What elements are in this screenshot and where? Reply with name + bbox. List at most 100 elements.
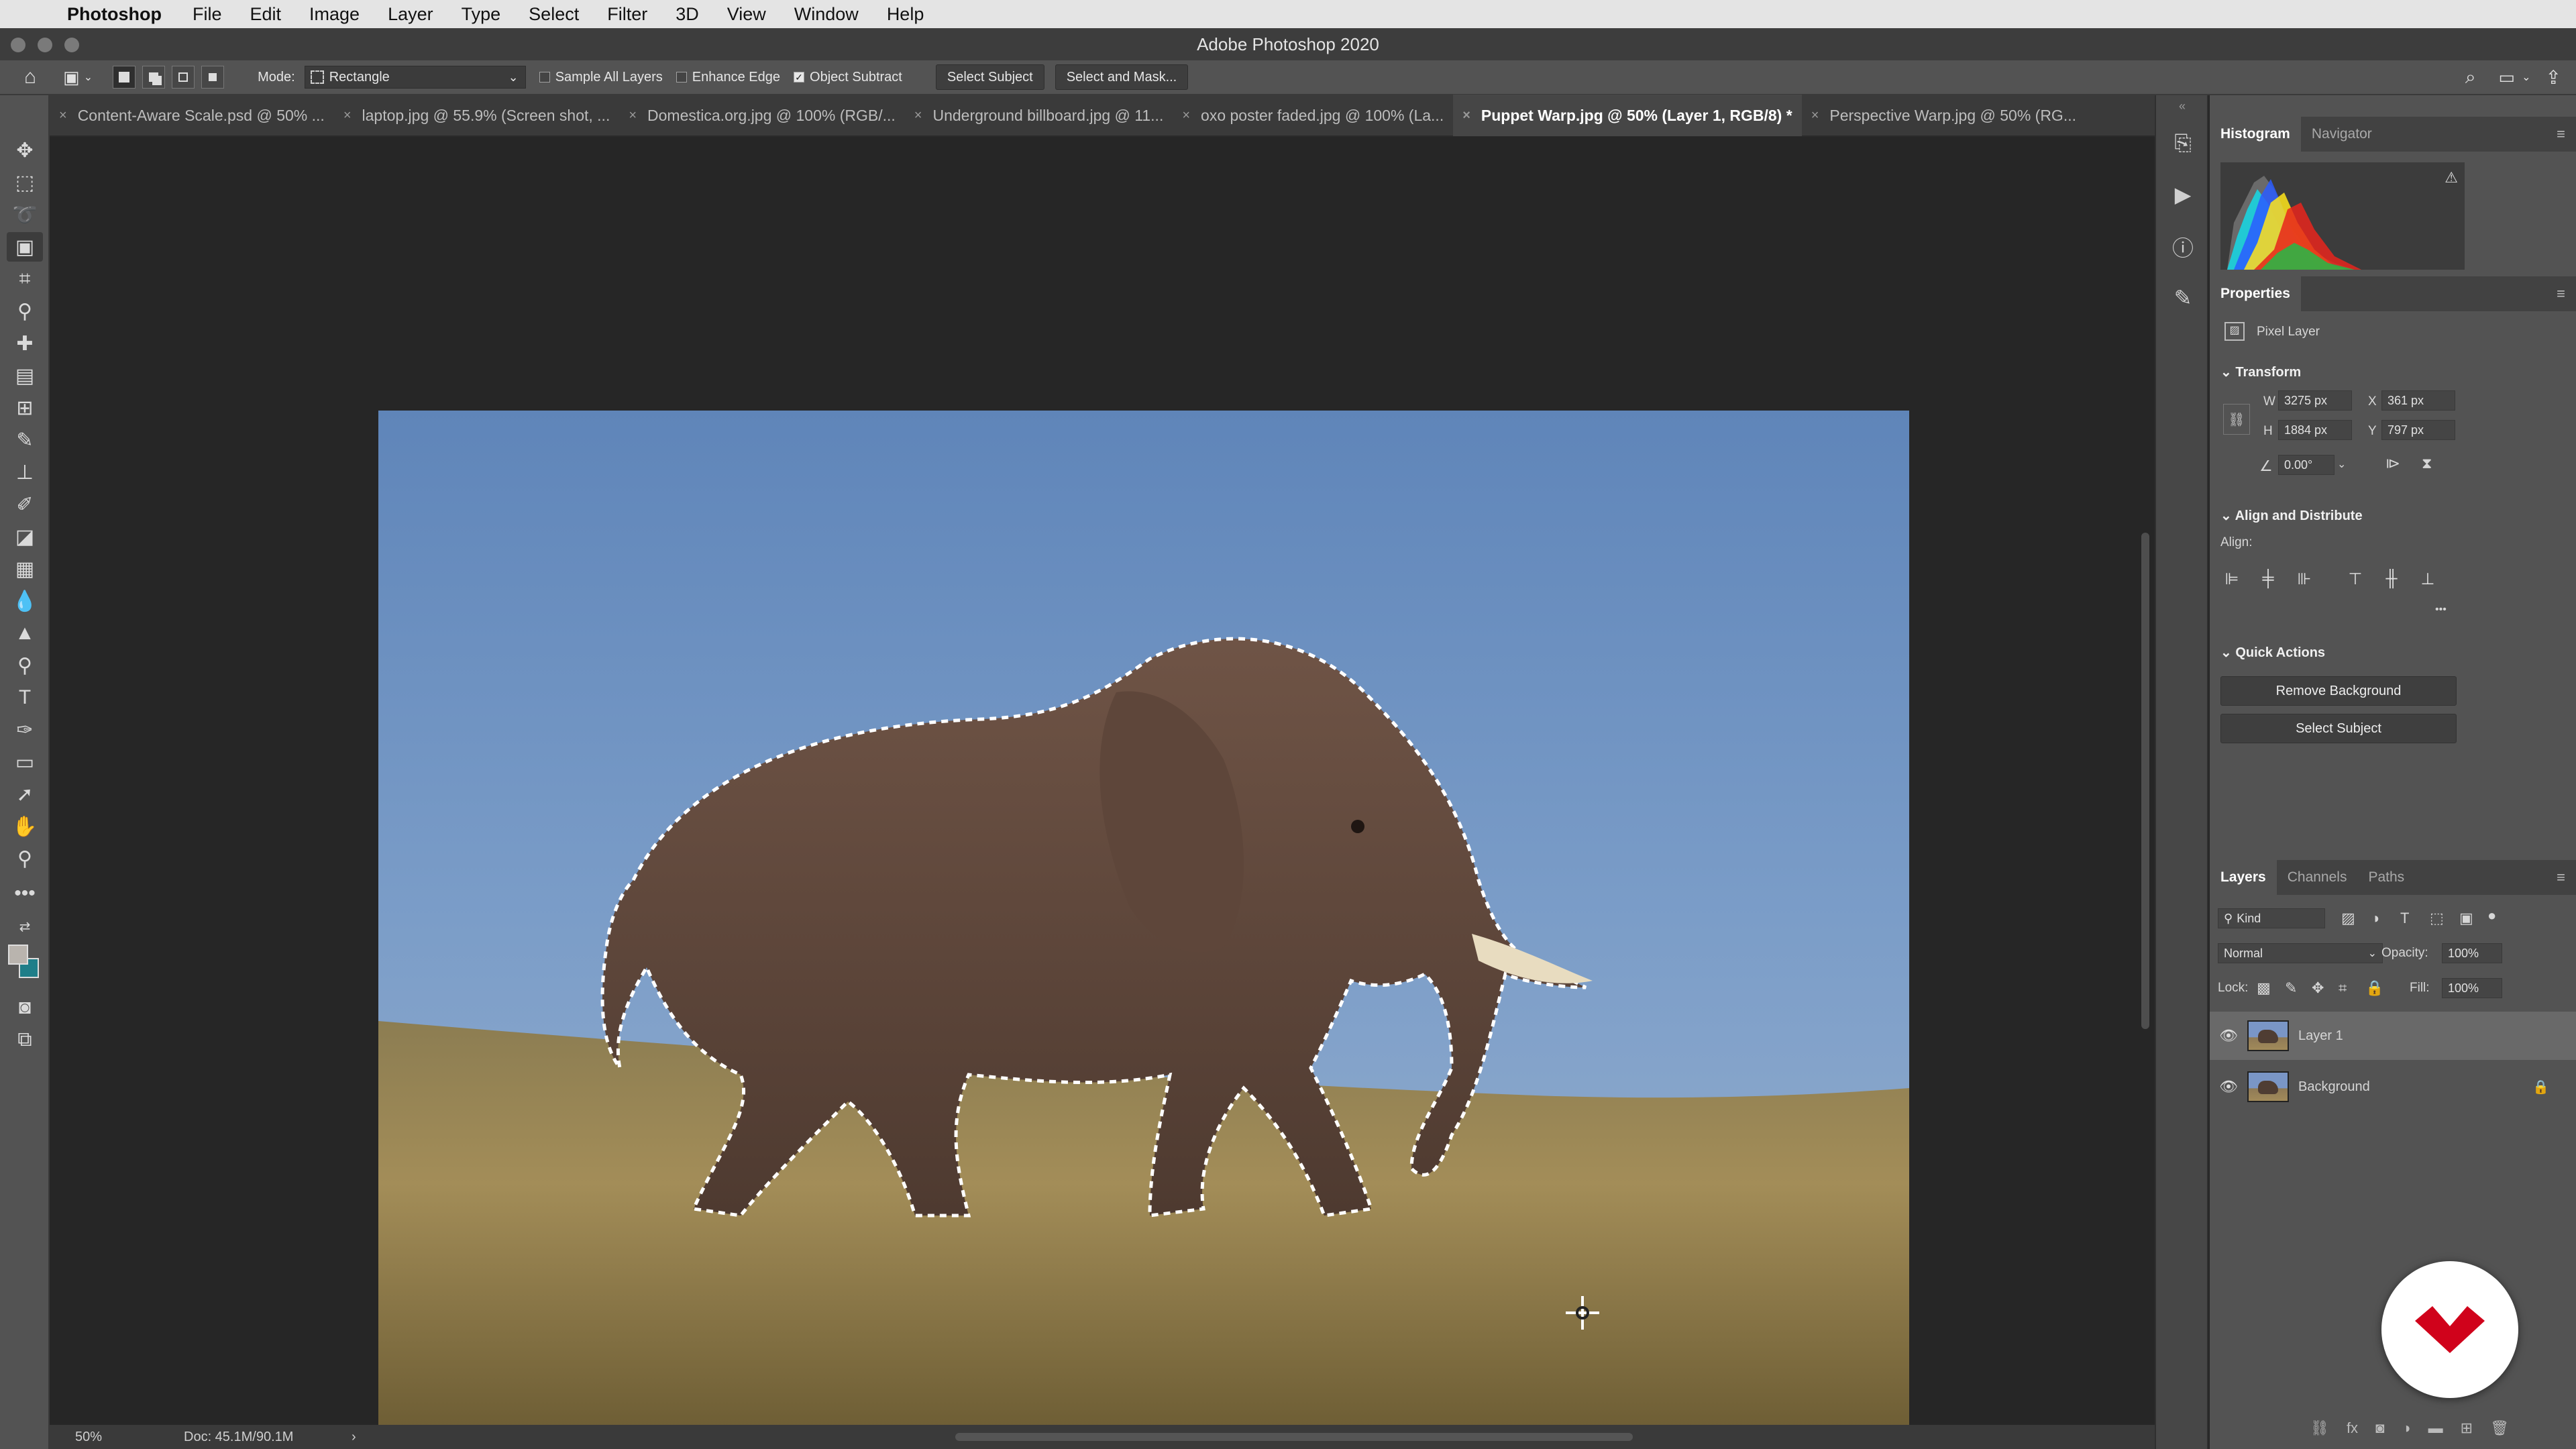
tab-content-aware-scale[interactable]: × Content-Aware Scale.psd @ 50% ...: [50, 95, 334, 136]
filter-pixel-icon[interactable]: ▨: [2341, 910, 2355, 927]
menu-select[interactable]: Select: [529, 4, 579, 25]
tab-channels[interactable]: Channels: [2277, 860, 2358, 895]
close-icon[interactable]: ×: [1462, 108, 1470, 123]
add-to-selection-icon[interactable]: [142, 66, 166, 89]
subtract-from-selection-icon[interactable]: [172, 66, 195, 89]
layer-filter-select[interactable]: ⚲ Kind: [2218, 908, 2325, 928]
canvas-area[interactable]: [50, 137, 2136, 1428]
tab-puppet-warp[interactable]: × Puppet Warp.jpg @ 50% (Layer 1, RGB/8) …: [1453, 95, 1802, 136]
sample-all-layers-checkbox[interactable]: Sample All Layers: [539, 70, 663, 85]
close-icon[interactable]: ×: [629, 108, 637, 123]
color-swatches[interactable]: [8, 945, 42, 981]
lasso-tool-icon[interactable]: ➰: [7, 200, 43, 229]
y-field[interactable]: 797 px: [2381, 420, 2455, 440]
tab-paths[interactable]: Paths: [2357, 860, 2415, 895]
new-group-icon[interactable]: ▬: [2428, 1419, 2443, 1437]
direct-selection-tool-icon[interactable]: ➚: [7, 780, 43, 809]
lock-all-icon[interactable]: 🔒: [2365, 979, 2383, 997]
swap-colors-icon[interactable]: ⇄: [7, 916, 43, 936]
tab-oxo-poster[interactable]: × oxo poster faded.jpg @ 100% (La...: [1173, 95, 1453, 136]
angle-field[interactable]: 0.00°: [2278, 455, 2334, 475]
align-left-icon[interactable]: ⊫: [2220, 568, 2243, 590]
blend-mode-select[interactable]: Normal ⌄: [2218, 943, 2383, 963]
panel-menu-icon[interactable]: ≡: [2557, 125, 2565, 143]
menu-file[interactable]: File: [193, 4, 222, 25]
close-icon[interactable]: ×: [343, 108, 352, 123]
shape-tool-icon[interactable]: ▭: [7, 747, 43, 777]
enhance-edge-checkbox[interactable]: Enhance Edge: [676, 70, 780, 85]
object-selection-tool-icon[interactable]: ▣: [7, 232, 43, 262]
lock-pixels-icon[interactable]: ✎: [2285, 979, 2297, 997]
eye-icon[interactable]: 👁: [2210, 1027, 2247, 1044]
mode-select[interactable]: Rectangle ⌄: [304, 66, 526, 89]
hand-tool-icon[interactable]: ✋: [7, 812, 43, 841]
link-icon[interactable]: ⛓: [2223, 404, 2250, 435]
info-icon[interactable]: ⓘ: [2168, 232, 2198, 262]
x-field[interactable]: 361 px: [2381, 390, 2455, 411]
layer-row-background[interactable]: 👁 Background 🔒: [2210, 1063, 2576, 1111]
eraser-tool-icon[interactable]: ◪: [7, 522, 43, 551]
menu-layer[interactable]: Layer: [388, 4, 433, 25]
height-field[interactable]: 1884 px: [2278, 420, 2352, 440]
zoom-level[interactable]: 50%: [50, 1430, 184, 1445]
bandage-tool-icon[interactable]: ▤: [7, 361, 43, 390]
new-selection-icon[interactable]: [113, 66, 136, 89]
screen-mode-icon[interactable]: ⧉: [7, 1025, 43, 1055]
flip-horizontal-icon[interactable]: ⧐: [2385, 455, 2400, 472]
workspace-icon[interactable]: ▭: [2499, 67, 2516, 88]
object-selection-tool-preset-icon[interactable]: ▣: [63, 67, 80, 88]
menu-view[interactable]: View: [727, 4, 766, 25]
pen-tool-icon[interactable]: ⚲: [7, 651, 43, 680]
tab-domestica[interactable]: × Domestica.org.jpg @ 100% (RGB/...: [619, 95, 904, 136]
menu-help[interactable]: Help: [887, 4, 924, 25]
menu-window[interactable]: Window: [794, 4, 859, 25]
new-layer-icon[interactable]: ⊞: [2461, 1419, 2473, 1437]
menu-filter[interactable]: Filter: [607, 4, 647, 25]
align-bottom-icon[interactable]: ⊥: [2416, 568, 2439, 590]
add-mask-icon[interactable]: ◙: [2375, 1419, 2384, 1437]
quick-actions-section[interactable]: ⌄ Quick Actions: [2220, 644, 2325, 661]
share-icon[interactable]: ⇪: [2546, 66, 2561, 89]
fx-icon[interactable]: fx: [2347, 1419, 2358, 1437]
close-icon[interactable]: ×: [1811, 108, 1819, 123]
close-icon[interactable]: ×: [1182, 108, 1190, 123]
search-icon[interactable]: ⌕: [2465, 66, 2476, 89]
more-options-icon[interactable]: •••: [2435, 604, 2447, 616]
menu-edit[interactable]: Edit: [250, 4, 282, 25]
fill-field[interactable]: 100%: [2442, 978, 2502, 998]
filter-shape-icon[interactable]: ⬚: [2430, 910, 2444, 927]
close-window-button[interactable]: [11, 38, 25, 52]
opacity-field[interactable]: 100%: [2442, 943, 2502, 963]
minimize-window-button[interactable]: [38, 38, 52, 52]
align-distribute-section[interactable]: ⌄ Align and Distribute: [2220, 507, 2363, 524]
foreground-color-swatch[interactable]: [8, 945, 28, 965]
type-tool-icon[interactable]: T: [7, 683, 43, 712]
vertical-scrollbar[interactable]: [2136, 137, 2155, 1425]
patch-tool-icon[interactable]: ⊞: [7, 393, 43, 423]
lock-artboard-icon[interactable]: ⌗: [2339, 979, 2347, 997]
tab-histogram[interactable]: Histogram: [2210, 117, 2301, 152]
select-and-mask-button[interactable]: Select and Mask...: [1055, 64, 1189, 90]
home-icon[interactable]: ⌂: [24, 66, 36, 89]
select-subject-quick-button[interactable]: Select Subject: [2220, 714, 2457, 743]
eye-icon[interactable]: 👁: [2210, 1078, 2247, 1095]
align-right-icon[interactable]: ⊪: [2293, 568, 2316, 590]
width-field[interactable]: 3275 px: [2278, 390, 2352, 411]
link-layers-icon[interactable]: ⛓: [2310, 1419, 2329, 1437]
panel-menu-icon[interactable]: ≡: [2557, 285, 2565, 303]
tab-laptop[interactable]: × laptop.jpg @ 55.9% (Screen shot, ...: [334, 95, 620, 136]
history-icon[interactable]: ⎘: [2168, 129, 2198, 158]
menu-type[interactable]: Type: [462, 4, 501, 25]
crop-tool-icon[interactable]: ⌗: [7, 264, 43, 294]
lock-position-icon[interactable]: ✥: [2312, 979, 2324, 997]
gradient-tool-icon[interactable]: ▦: [7, 554, 43, 584]
clone-stamp-tool-icon[interactable]: ⊥: [7, 458, 43, 487]
tab-underground-billboard[interactable]: × Underground billboard.jpg @ 11...: [905, 95, 1173, 136]
delete-layer-icon[interactable]: 🗑: [2490, 1419, 2509, 1437]
quick-mask-icon[interactable]: ◙: [7, 993, 43, 1022]
panel-menu-icon[interactable]: ≡: [2557, 869, 2565, 886]
object-subtract-checkbox[interactable]: ✓ Object Subtract: [794, 70, 902, 85]
filter-smart-object-icon[interactable]: ▣: [2459, 910, 2473, 927]
layer-name[interactable]: Background: [2298, 1079, 2370, 1095]
more-tools-icon[interactable]: •••: [7, 879, 43, 908]
